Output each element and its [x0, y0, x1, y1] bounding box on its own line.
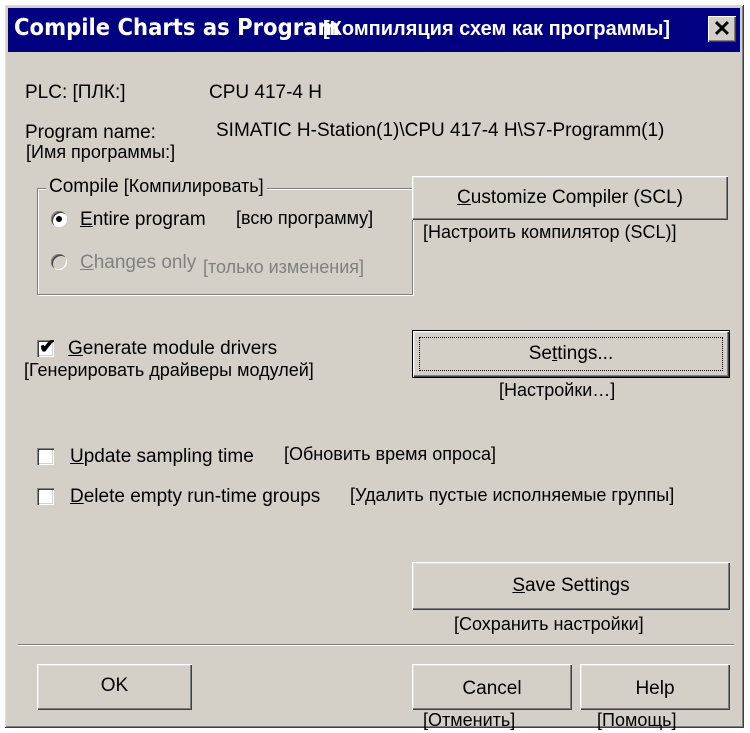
compile-charts-dialog: Compile Charts as Program [Компиляция сх…	[4, 4, 744, 730]
title-bar[interactable]: Compile Charts as Program [Компиляция сх…	[8, 8, 740, 52]
save-settings-translation: [Сохранить настройки]	[454, 614, 644, 634]
footer-separator	[18, 644, 734, 646]
delete-empty-groups-translation: [Удалить пустые исполняемые группы]	[350, 485, 675, 505]
settings-translation: [Настройки…]	[499, 380, 616, 400]
changes-only-radio[interactable]	[51, 254, 67, 270]
generate-module-drivers-checkbox[interactable]: ✔	[37, 336, 56, 358]
program-name-label: Program name:	[25, 122, 156, 143]
cancel-translation: [Отменить]	[423, 710, 516, 730]
close-button[interactable]: ✕	[708, 16, 736, 42]
customize-compiler-button[interactable]: Customize Compiler (SCL)	[412, 176, 728, 220]
update-sampling-time-checkbox[interactable]	[37, 448, 54, 465]
compile-groupbox	[37, 188, 413, 295]
changes-only-translation: [только изменения]	[203, 257, 365, 277]
generate-module-drivers-translation: [Генерировать драйверы модулей]	[24, 360, 314, 380]
window-title-translation: [Компиляция схем как программы]	[323, 18, 671, 40]
checkmark-icon: ✔	[39, 336, 56, 358]
update-sampling-time-label[interactable]: Update sampling time	[70, 446, 254, 468]
save-settings-button[interactable]: Save Settings	[412, 562, 730, 610]
help-translation: [Помощь]	[597, 710, 677, 730]
program-name-value: SIMATIC H-Station(1)\CPU 417-4 H\S7-Prog…	[216, 120, 665, 141]
generate-module-drivers-label[interactable]: Generate module drivers	[68, 338, 277, 360]
ok-button[interactable]: OK	[37, 664, 192, 710]
program-name-label-translation: [Имя программы:]	[26, 142, 176, 162]
changes-only-label[interactable]: Changes only	[80, 252, 196, 274]
delete-empty-groups-checkbox[interactable]	[37, 488, 54, 505]
compile-group-title-translation: [Компилировать]	[123, 176, 264, 196]
plc-label: PLC: [ПЛК:]	[25, 82, 126, 103]
compile-group-title: Compile [Компилировать]	[46, 176, 267, 198]
entire-program-label[interactable]: Entire program	[80, 209, 206, 231]
delete-empty-groups-label[interactable]: Delete empty run-time groups	[70, 486, 320, 508]
update-sampling-time-translation: [Обновить время опроса]	[284, 444, 497, 464]
help-button[interactable]: Help	[580, 664, 730, 710]
plc-value: CPU 417-4 H	[209, 82, 322, 103]
entire-program-radio[interactable]	[51, 211, 67, 227]
customize-compiler-translation: [Настроить компилятор (SCL)]	[423, 222, 677, 242]
entire-program-translation: [всю программу]	[236, 208, 374, 228]
window-title: Compile Charts as Program	[14, 15, 340, 41]
close-icon: ✕	[712, 16, 732, 41]
settings-button[interactable]: Settings...	[412, 330, 730, 378]
cancel-button[interactable]: Cancel	[412, 664, 572, 710]
